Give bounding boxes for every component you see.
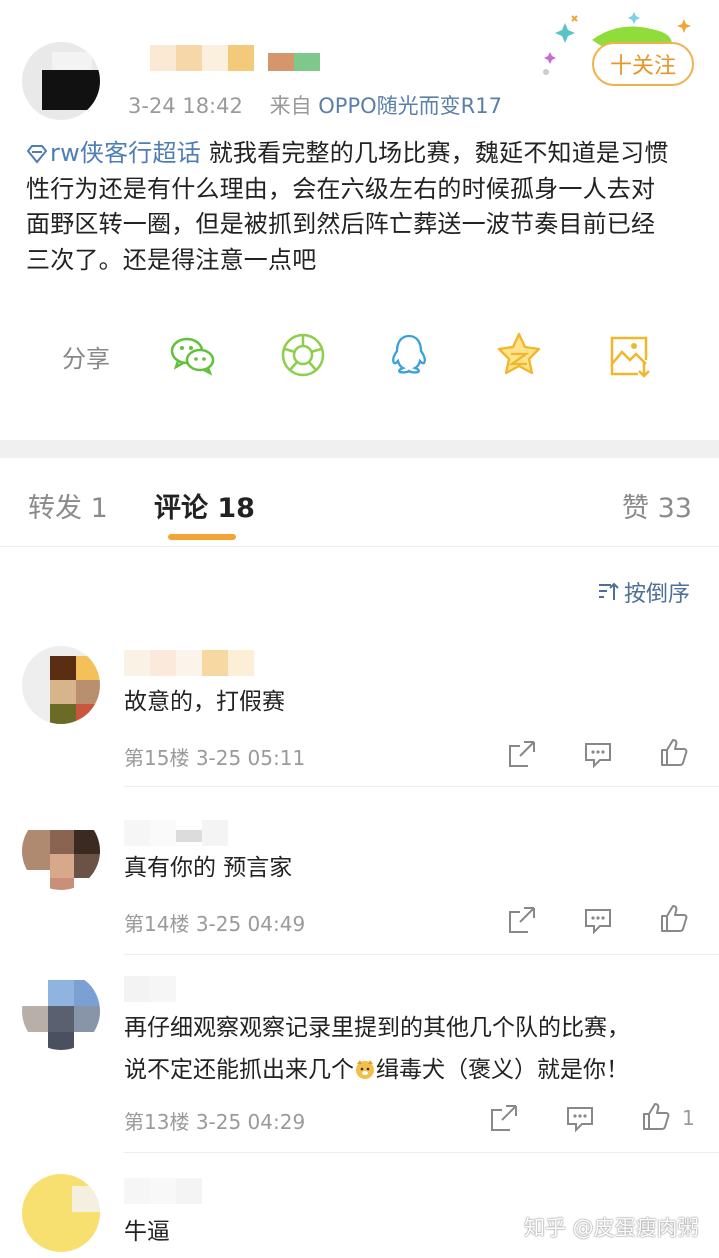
post-text-line-4: 三次了。还是得注意一点吧: [26, 245, 317, 274]
repost-comment-icon[interactable]: [488, 1102, 520, 1134]
moments-icon[interactable]: [278, 330, 328, 380]
sort-label: 按倒序: [624, 582, 691, 607]
post-text-line-2: 性行为还是有什么理由，会在六级左右的时候孤身一人去对: [26, 174, 656, 203]
comment-divider: [124, 786, 719, 787]
post-body: rw侠客行超话 就我看完整的几场比赛，魏延不知道是习惯 性行为还是有什么理由，会…: [26, 136, 701, 278]
tab-likes[interactable]: 赞 33: [622, 486, 692, 525]
comment-meta: 第13楼 3-25 04:29: [124, 1106, 305, 1135]
wechat-icon[interactable]: [168, 330, 218, 380]
commenter-name-blurred[interactable]: [124, 650, 254, 676]
share-row: 分享: [0, 325, 719, 385]
save-image-icon[interactable]: [604, 330, 654, 380]
super-topic-label[interactable]: rw侠客行超话: [50, 139, 201, 167]
commenter-name-blurred[interactable]: [124, 820, 228, 846]
comment-text-part-b: 缉毒犬（褒义）就是你！: [376, 1057, 629, 1083]
share-label: 分享: [62, 345, 110, 373]
sort-order-button[interactable]: 按倒序: [596, 576, 690, 608]
qq-icon[interactable]: [384, 330, 434, 380]
post-meta: 3-24 18:42 来自 OPPO随光而变R17: [128, 90, 502, 120]
floor-number: 第14楼: [124, 912, 190, 936]
reply-comment-icon[interactable]: [564, 1102, 596, 1134]
zhihu-watermark: 知乎 @皮蛋瘦肉粥: [524, 1216, 699, 1240]
comment-meta: 第15楼 3-25 05:11: [124, 742, 305, 771]
like-comment-icon[interactable]: [658, 902, 690, 934]
commenter-avatar[interactable]: [22, 1174, 100, 1252]
post-text-line-1: 就我看完整的几场比赛，魏延不知道是习惯: [200, 139, 669, 167]
comment-text-line-1: 再仔细观察观察记录里提到的其他几个队的比赛，: [124, 1015, 630, 1041]
comment-text-part-a: 说不定还能抓出来几个: [124, 1057, 354, 1083]
comment-text: 故意的，打假赛: [124, 689, 285, 715]
commenter-avatar[interactable]: [22, 972, 100, 1050]
post-time: 3-24 18:42: [128, 94, 243, 118]
author-name-blurred[interactable]: [150, 45, 320, 73]
comment-text-line-2: 说不定还能抓出来几个 缉毒犬（褒义）就是你！: [124, 1052, 629, 1088]
commenter-name-blurred[interactable]: [124, 1178, 202, 1204]
comment-text: 真有你的 预言家: [124, 855, 293, 881]
super-topic-link[interactable]: rw侠客行超话: [26, 139, 201, 167]
floor-number: 第15楼: [124, 746, 190, 770]
reply-comment-icon[interactable]: [582, 904, 614, 936]
comment-meta: 第14楼 3-25 04:49: [124, 908, 305, 937]
commenter-avatar[interactable]: [22, 646, 100, 724]
doge-emoji-icon: [356, 1060, 374, 1079]
weibo-post: 3-24 18:42 来自 OPPO随光而变R17 十关注 rw侠客行超话 就我…: [0, 0, 719, 440]
tab-reposts[interactable]: 转发 1: [28, 486, 108, 525]
section-divider: [0, 440, 719, 458]
post-source-prefix: 来自: [269, 94, 312, 118]
post-text-line-3: 面野区转一圈，但是被抓到然后阵亡葬送一波节奏目前已经: [26, 210, 656, 238]
like-comment-icon[interactable]: [640, 1100, 672, 1132]
like-count: 1: [682, 1106, 695, 1130]
comment-time: 3-25 04:49: [195, 912, 306, 936]
tab-bar: 转发 1 评论 18 赞 33: [0, 458, 719, 547]
post-device[interactable]: OPPO随光而变R17: [318, 94, 502, 118]
comment-time: 3-25 05:11: [195, 746, 306, 770]
active-tab-indicator: [168, 534, 236, 540]
diamond-icon: [26, 145, 48, 164]
comment-text: 牛逼: [124, 1219, 170, 1245]
floor-number: 第13楼: [124, 1110, 190, 1134]
qzone-icon[interactable]: [494, 330, 544, 380]
comment-time: 3-25 04:29: [195, 1110, 306, 1134]
commenter-name-blurred[interactable]: [124, 976, 176, 1002]
sort-icon: [599, 582, 619, 600]
reply-comment-icon[interactable]: [582, 738, 614, 770]
repost-comment-icon[interactable]: [506, 904, 538, 936]
follow-button[interactable]: 十关注: [592, 42, 694, 86]
repost-comment-icon[interactable]: [506, 738, 538, 770]
author-avatar[interactable]: [22, 42, 100, 120]
comment-divider: [124, 1152, 719, 1153]
like-comment-icon[interactable]: [658, 736, 690, 768]
tab-comments[interactable]: 评论 18: [154, 486, 255, 525]
comment-divider: [124, 954, 719, 955]
commenter-avatar[interactable]: [22, 812, 100, 890]
